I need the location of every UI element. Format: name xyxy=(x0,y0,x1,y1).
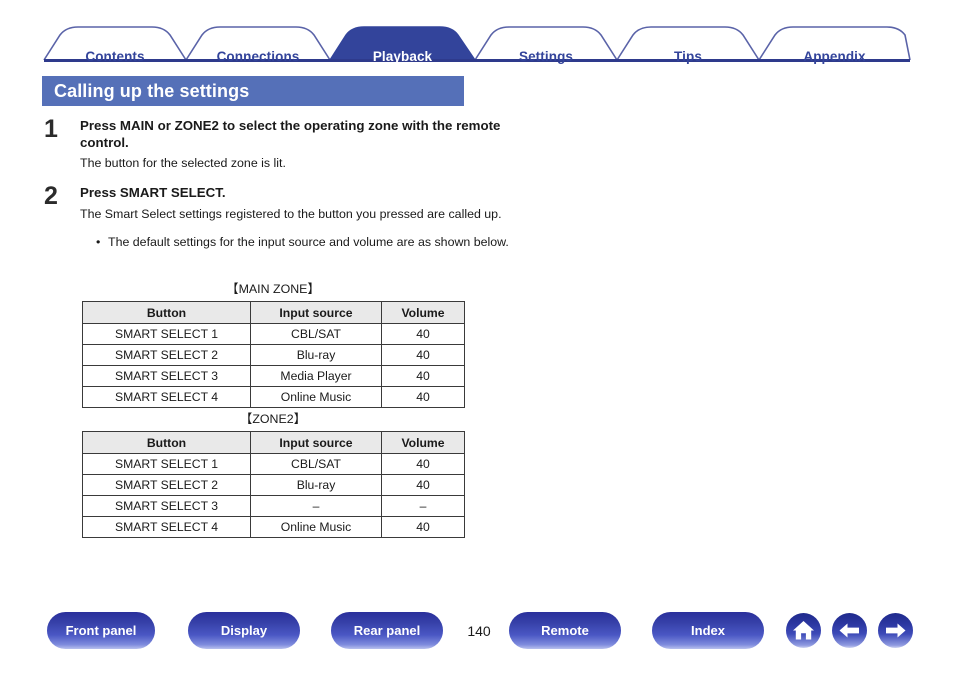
tab-settings[interactable]: Settings xyxy=(475,49,617,64)
main-zone-table: Button Input source Volume SMART SELECT … xyxy=(82,301,465,408)
home-button[interactable] xyxy=(786,613,821,648)
table-row: SMART SELECT 4 Online Music 40 xyxy=(82,386,465,408)
cell-volume: 40 xyxy=(381,453,465,475)
list-item: • The default settings for the input sou… xyxy=(96,234,510,250)
step-2-number: 2 xyxy=(44,182,58,210)
back-button[interactable] xyxy=(832,613,867,648)
cell-button: SMART SELECT 1 xyxy=(82,323,251,345)
tab-bar: Contents Connections Playback Settings T… xyxy=(0,18,954,64)
page-title: Calling up the settings xyxy=(42,76,464,106)
step-2: 2 Press SMART SELECT. The Smart Select s… xyxy=(40,182,510,250)
cell-input-source: Online Music xyxy=(250,516,382,538)
cell-volume: 40 xyxy=(381,323,465,345)
zone2-table-block: 【ZONE2】 Button Input source Volume SMART… xyxy=(82,409,465,538)
step-1-number: 1 xyxy=(44,115,58,143)
table-header-row: Button Input source Volume xyxy=(82,301,465,324)
zone2-caption: 【ZONE2】 xyxy=(239,412,307,426)
home-icon xyxy=(793,621,814,640)
step-2-heading: Press SMART SELECT. xyxy=(80,185,226,200)
list-item-text: The default settings for the input sourc… xyxy=(108,234,509,249)
bullet-icon: • xyxy=(96,234,101,249)
table-row: SMART SELECT 3 – – xyxy=(82,495,465,517)
forward-button[interactable] xyxy=(878,613,913,648)
step-1-heading: Press MAIN or ZONE2 to select the operat… xyxy=(80,118,501,150)
table-row: SMART SELECT 4 Online Music 40 xyxy=(82,516,465,538)
cell-input-source: – xyxy=(250,495,382,517)
cell-input-source: CBL/SAT xyxy=(250,323,382,345)
main-zone-caption: 【MAIN ZONE】 xyxy=(226,282,320,296)
arrow-left-icon xyxy=(839,623,859,638)
tab-contents[interactable]: Contents xyxy=(44,49,186,64)
instruction-steps: 1 Press MAIN or ZONE2 to select the oper… xyxy=(40,115,510,252)
cell-volume: – xyxy=(381,495,465,517)
cell-volume: 40 xyxy=(381,344,465,366)
front-panel-button[interactable]: Front panel xyxy=(47,612,155,649)
cell-button: SMART SELECT 3 xyxy=(82,365,251,387)
cell-button: SMART SELECT 1 xyxy=(82,453,251,475)
column-header-input-source: Input source xyxy=(250,301,382,324)
cell-input-source: Media Player xyxy=(250,365,382,387)
cell-input-source: Blu-ray xyxy=(250,344,382,366)
cell-button: SMART SELECT 3 xyxy=(82,495,251,517)
step-2-body: The Smart Select settings registered to … xyxy=(80,206,502,221)
cell-input-source: CBL/SAT xyxy=(250,453,382,475)
step-1-body: The button for the selected zone is lit. xyxy=(80,156,286,170)
cell-button: SMART SELECT 4 xyxy=(82,516,251,538)
tab-appendix[interactable]: Appendix xyxy=(759,49,910,64)
tab-tips[interactable]: Tips xyxy=(617,49,759,64)
table-row: SMART SELECT 2 Blu-ray 40 xyxy=(82,474,465,496)
cell-input-source: Blu-ray xyxy=(250,474,382,496)
column-header-button: Button xyxy=(82,431,251,454)
main-zone-table-block: 【MAIN ZONE】 Button Input source Volume S… xyxy=(82,279,465,408)
tab-connections[interactable]: Connections xyxy=(186,49,330,64)
table-row: SMART SELECT 2 Blu-ray 40 xyxy=(82,344,465,366)
cell-input-source: Online Music xyxy=(250,386,382,408)
cell-volume: 40 xyxy=(381,474,465,496)
column-header-volume: Volume xyxy=(381,431,465,454)
column-header-button: Button xyxy=(82,301,251,324)
column-header-input-source: Input source xyxy=(250,431,382,454)
cell-volume: 40 xyxy=(381,386,465,408)
cell-button: SMART SELECT 2 xyxy=(82,344,251,366)
table-header-row: Button Input source Volume xyxy=(82,431,465,454)
rear-panel-button[interactable]: Rear panel xyxy=(331,612,443,649)
index-button[interactable]: Index xyxy=(652,612,764,649)
cell-volume: 40 xyxy=(381,516,465,538)
tab-playback[interactable]: Playback xyxy=(330,49,475,64)
remote-button[interactable]: Remote xyxy=(509,612,621,649)
column-header-volume: Volume xyxy=(381,301,465,324)
cell-button: SMART SELECT 4 xyxy=(82,386,251,408)
arrow-right-icon xyxy=(886,623,906,638)
step-1: 1 Press MAIN or ZONE2 to select the oper… xyxy=(40,115,510,171)
table-row: SMART SELECT 1 CBL/SAT 40 xyxy=(82,323,465,345)
cell-volume: 40 xyxy=(381,365,465,387)
display-button[interactable]: Display xyxy=(188,612,300,649)
cell-button: SMART SELECT 2 xyxy=(82,474,251,496)
page-number: 140 xyxy=(467,623,491,639)
step-2-notes: • The default settings for the input sou… xyxy=(80,234,510,250)
table-row: SMART SELECT 1 CBL/SAT 40 xyxy=(82,453,465,475)
footer-nav: Front panel Display Rear panel 140 Remot… xyxy=(0,612,954,662)
zone2-table: Button Input source Volume SMART SELECT … xyxy=(82,431,465,538)
table-row: SMART SELECT 3 Media Player 40 xyxy=(82,365,465,387)
